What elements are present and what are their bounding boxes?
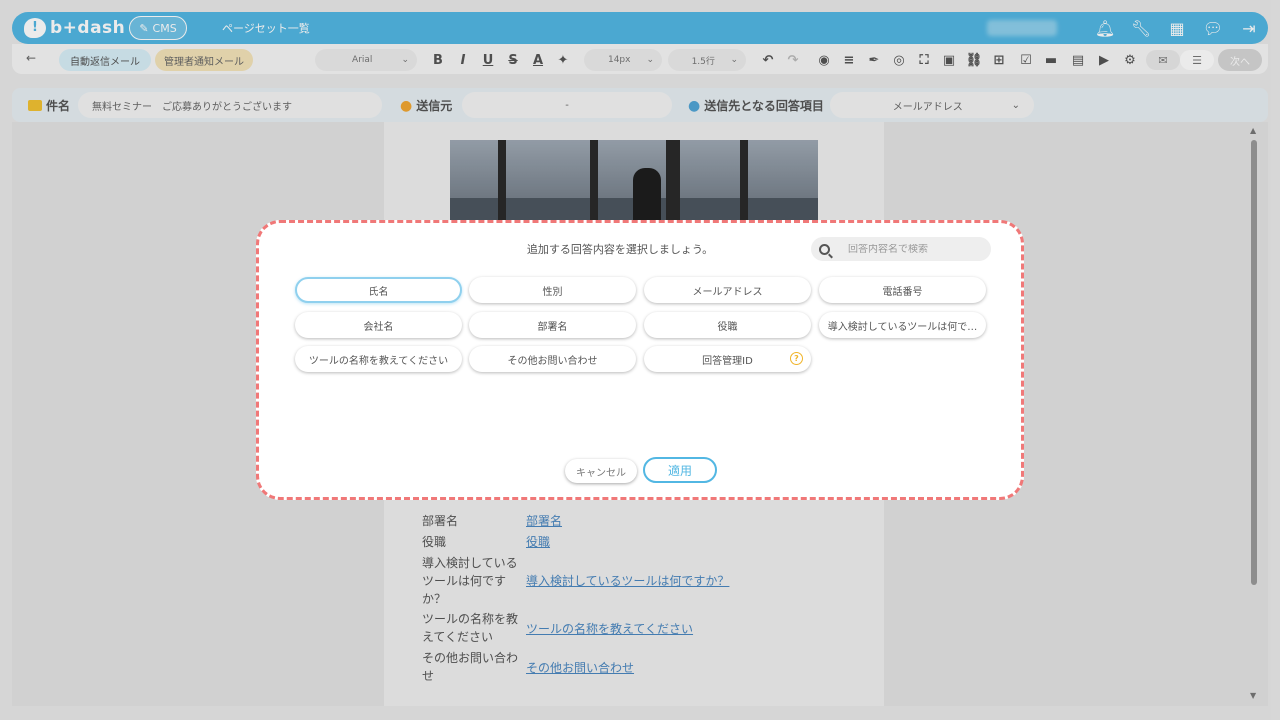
answer-chip-name[interactable]: 氏名 xyxy=(295,277,462,303)
answer-chip-gender[interactable]: 性別 xyxy=(469,277,636,303)
cancel-button[interactable]: キャンセル xyxy=(565,459,637,483)
answer-chip-email[interactable]: メールアドレス xyxy=(644,277,811,303)
answer-search-input[interactable] xyxy=(838,243,978,255)
answer-chip-other-inquiry[interactable]: その他お問い合わせ xyxy=(469,346,636,372)
answer-chip-position[interactable]: 役職 xyxy=(644,312,811,338)
answer-chip-answer-id[interactable]: 回答管理ID ? xyxy=(644,346,811,372)
modal-title: 追加する回答内容を選択しましょう。 xyxy=(526,243,714,256)
answer-chip-department[interactable]: 部署名 xyxy=(469,312,636,338)
answer-chip-tool-considering[interactable]: 導入検討しているツールは何で… xyxy=(819,312,986,338)
help-question-icon[interactable]: ? xyxy=(790,352,803,365)
answer-chip-tool-name[interactable]: ツールの名称を教えてください xyxy=(295,346,462,372)
answer-search-box[interactable] xyxy=(811,237,991,261)
apply-button[interactable]: 適用 xyxy=(643,457,717,483)
search-icon xyxy=(819,243,830,255)
answer-field-picker-modal: 追加する回答内容を選択しましょう。 氏名 性別 メールアドレス 電話番号 会社名… xyxy=(256,220,1024,500)
answer-chip-phone[interactable]: 電話番号 xyxy=(819,277,986,303)
answer-chip-company[interactable]: 会社名 xyxy=(295,312,462,338)
